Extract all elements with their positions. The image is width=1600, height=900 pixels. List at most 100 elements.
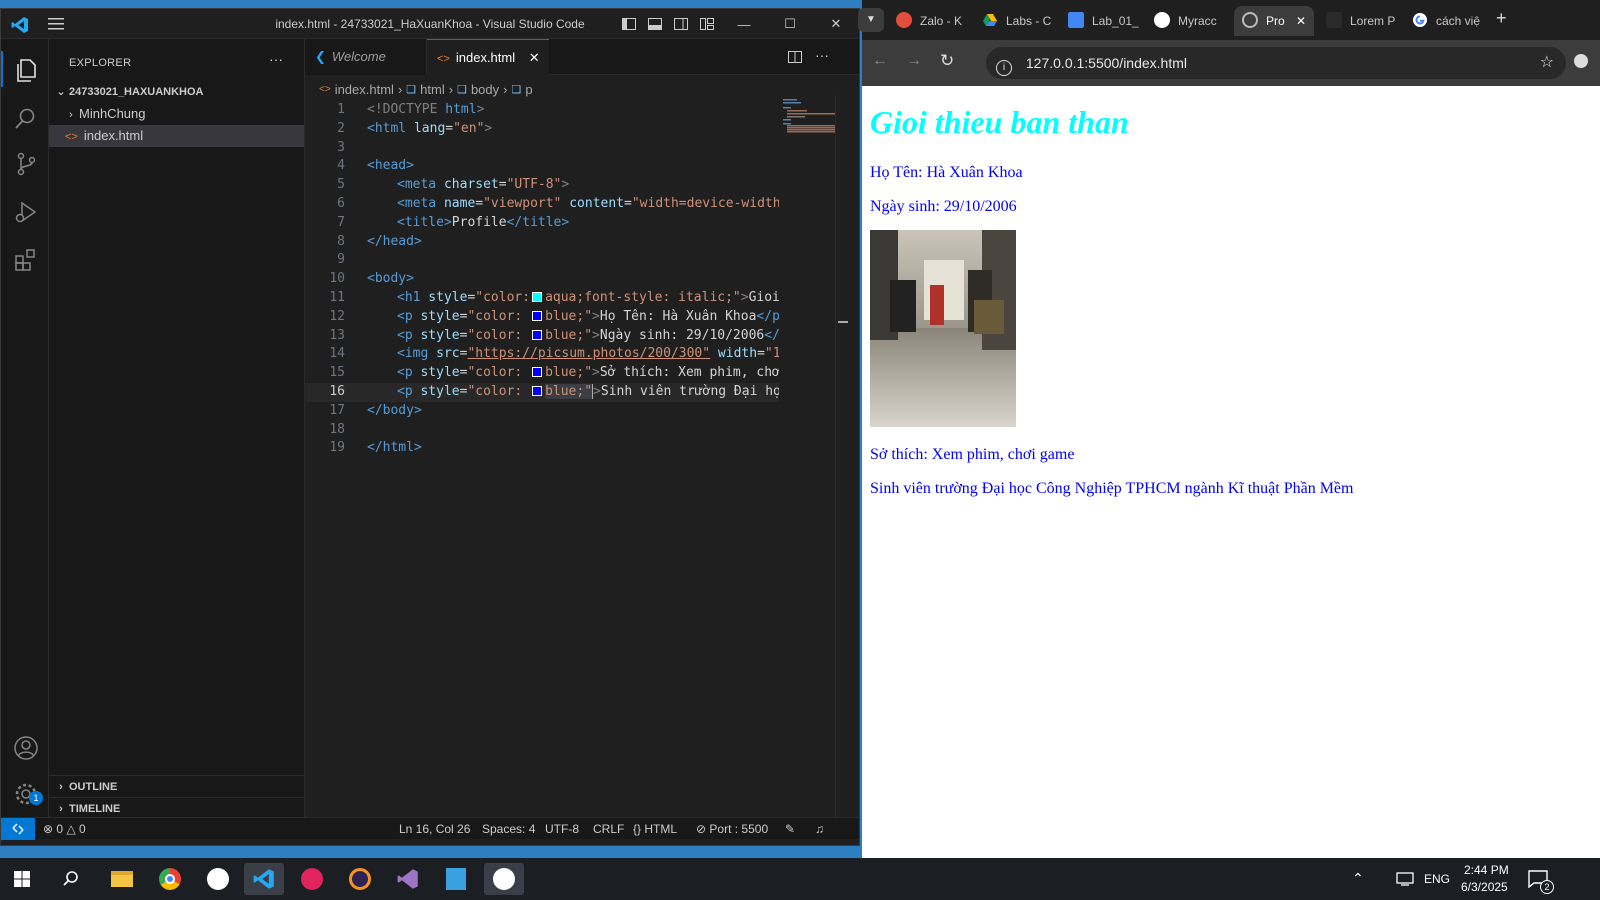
cursor-position[interactable]: Ln 16, Col 26 [399,822,470,836]
clock-time[interactable]: 2:44 PM [1464,863,1509,877]
eol-status[interactable]: CRLF [593,822,624,836]
more-actions-button[interactable]: ··· [269,51,283,67]
toggle-sidebar-icon[interactable] [621,16,637,32]
close-tab-icon[interactable]: ✕ [1296,6,1306,36]
token: width [710,346,758,362]
token: > [592,365,600,381]
customize-layout-icon[interactable] [699,16,715,32]
extensions-icon[interactable] [13,247,39,273]
remote-icon [12,823,24,835]
tab-index-html[interactable]: <> index.html ✕ [427,39,549,75]
breadcrumb-p[interactable]: p [525,82,532,97]
color-swatch[interactable] [532,367,543,378]
tab-welcome[interactable]: ❮ Welcome [305,39,427,75]
browser-tab[interactable]: Lab_01_ [1062,6,1146,36]
token: <meta [397,195,437,211]
code-line: 7 <title>Profile</title> [305,214,779,233]
file-explorer-icon[interactable] [102,863,142,895]
app-icon[interactable] [484,863,524,895]
network-icon[interactable] [1396,871,1414,887]
breadcrumb-body[interactable]: body [471,82,499,97]
minimize-button[interactable]: — [721,9,767,39]
minimap[interactable] [779,95,837,835]
token: "color: [467,308,531,324]
breadcrumb-html[interactable]: html [420,82,445,97]
close-tab-icon[interactable]: ✕ [529,50,540,65]
forward-button[interactable]: → [906,52,922,70]
live-server-status[interactable]: ⊘ Port : 5500 [696,822,768,836]
notification-count: 2 [1540,880,1554,894]
line-text: <h1 style="color: aqua;font-style: italic… [397,289,779,308]
timeline-section[interactable]: › TIMELINE [49,797,304,819]
browser-tab[interactable]: cách việ [1406,6,1490,36]
url-link[interactable]: "https://picsum.photos/200/300" [467,346,710,361]
editor-more-actions-button[interactable]: ··· [815,47,829,63]
chevron-up-icon[interactable]: ⌃ [1352,870,1364,887]
windows-start-icon[interactable] [14,871,30,887]
visual-studio-icon[interactable] [388,863,428,895]
tree-item-minhchung[interactable]: › MinhChung [49,103,304,125]
search-icon[interactable] [13,105,39,131]
token: blue;" [545,308,593,324]
clock-date[interactable]: 6/3/2025 [1461,880,1508,894]
maximize-button[interactable]: ☐ [767,9,813,39]
line-number: 11 [329,289,345,305]
split-editor-icon[interactable] [787,49,803,65]
toggle-panel-icon[interactable] [647,16,663,32]
bell-icon[interactable]: ♫ [815,822,824,836]
copilot-icon[interactable]: ✎ [785,822,795,836]
tab-label: index.html [455,50,516,65]
browser-tab[interactable]: Labs - C [976,6,1060,36]
bookmark-star-icon[interactable]: ☆ [1540,47,1554,79]
address-bar[interactable]: i 127.0.0.1:5500/index.html ☆ [986,47,1566,79]
app-icon[interactable] [436,863,476,895]
browser-tab-active[interactable]: Pro ✕ [1234,6,1314,36]
language-indicator[interactable]: ENG [1424,872,1450,886]
token: "1 [764,346,779,362]
remote-button[interactable] [1,818,35,840]
problems-status[interactable]: ⊗ 0 △ 0 [43,822,86,836]
back-button[interactable]: ← [872,52,888,70]
token: > [592,327,600,343]
search-icon[interactable] [62,870,80,888]
color-swatch[interactable] [532,291,543,302]
run-debug-icon[interactable] [13,199,39,225]
language-status[interactable]: {} HTML [633,822,677,836]
code-line: 5 <meta charset="UTF-8"> [305,176,779,195]
explorer-title: EXPLORER [69,57,132,69]
code-line-current: 16 <p style="color: blue;">Sinh viên trườ… [305,382,779,402]
explorer-icon[interactable] [13,57,39,83]
workspace-folder[interactable]: ⌄ 24733021_HAXUANKHOA [49,81,304,103]
outline-section[interactable]: › OUTLINE [49,775,304,797]
new-tab-button[interactable]: + [1496,8,1507,29]
vertical-scrollbar[interactable] [835,95,849,835]
source-control-icon[interactable] [13,151,39,177]
chrome-icon[interactable] [150,863,190,895]
reload-button[interactable]: ↻ [940,51,954,71]
app-icon[interactable] [292,863,332,895]
profile-icon[interactable] [1574,54,1588,68]
encoding-status[interactable]: UTF-8 [545,822,579,836]
color-swatch[interactable] [532,329,543,340]
browser-tab[interactable]: Zalo - K [890,6,974,36]
text-cursor: > [592,383,601,399]
browser-tab[interactable]: Lorem P [1320,6,1404,36]
app-icon[interactable] [198,863,238,895]
accounts-icon[interactable] [13,735,39,761]
browser-tab[interactable]: Myracc [1148,6,1232,36]
braces-icon: {} [633,822,642,836]
tree-item-index-html[interactable]: <> index.html [49,125,304,147]
site-info-icon[interactable]: i [996,60,1012,76]
color-swatch[interactable] [532,310,543,321]
tab-search-button[interactable]: ▼ [858,8,884,32]
breadcrumb-file[interactable]: index.html [335,82,394,97]
color-swatch[interactable] [532,385,543,396]
toggle-secondary-sidebar-icon[interactable] [673,16,689,32]
indentation-status[interactable]: Spaces: 4 [482,822,535,836]
browser-tab-label: Myracc [1178,14,1217,28]
page-heading: Gioi thieu ban than [870,104,1129,140]
code-editor[interactable]: 1 <!DOCTYPE html> 2 <html lang="en"> 3 4 <h… [305,101,779,458]
eclipse-icon[interactable] [340,863,380,895]
vscode-taskbar-icon[interactable] [244,863,284,895]
close-button[interactable]: ✕ [813,9,859,39]
